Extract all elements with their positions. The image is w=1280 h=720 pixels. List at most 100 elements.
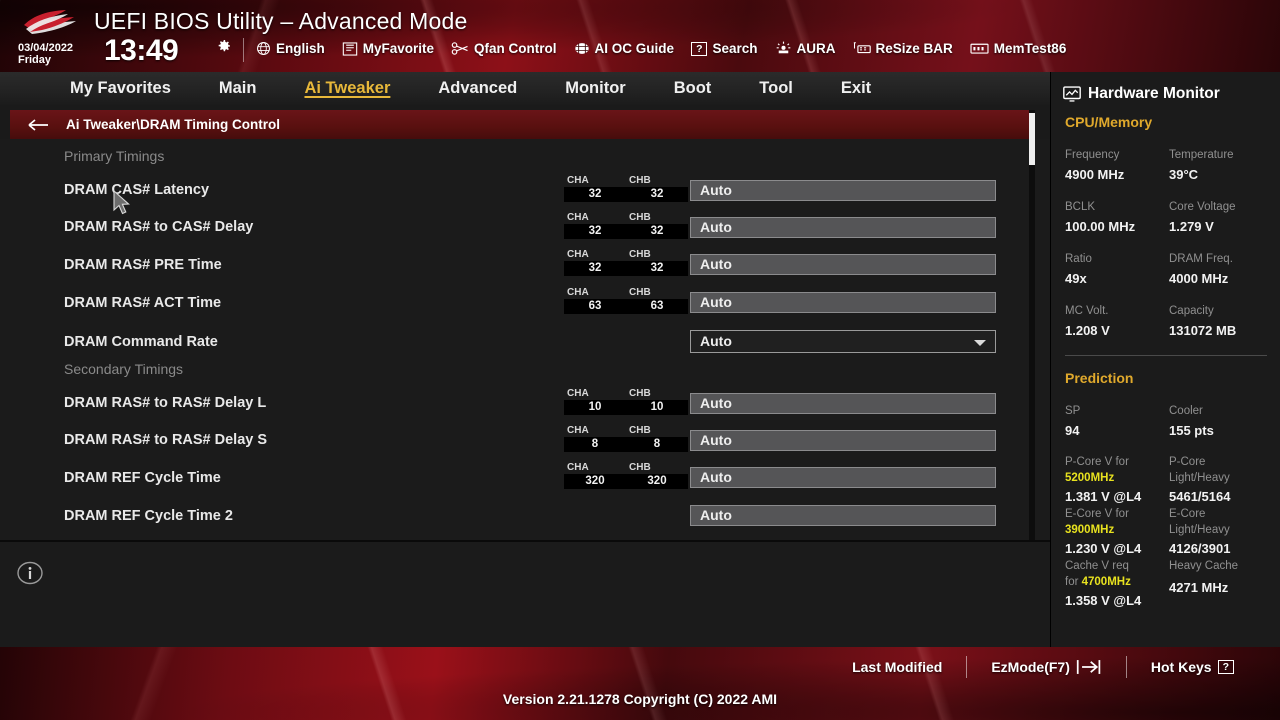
temperature-label: Temperature xyxy=(1169,149,1234,161)
ratio-label: Ratio xyxy=(1065,253,1092,265)
setting-row[interactable]: DRAM RAS# PRE Time CHA 32 CHB 32 Auto xyxy=(0,249,1050,286)
chb-label: CHB xyxy=(629,462,651,473)
ai-oc-guide-button[interactable]: AI OC Guide xyxy=(574,41,674,56)
scrollbar-thumb[interactable] xyxy=(1029,113,1035,165)
tab-monitor[interactable]: Monitor xyxy=(541,72,649,105)
setting-row[interactable]: DRAM Command Rate Auto xyxy=(0,325,1050,362)
setting-value-input[interactable]: Auto xyxy=(690,430,996,451)
chb-value: 10 xyxy=(626,400,688,415)
chb-label: CHB xyxy=(629,212,651,223)
chb-field[interactable]: CHB 63 xyxy=(626,287,688,314)
chb-field[interactable]: CHB 320 xyxy=(626,462,688,489)
footer-toolbar: Last Modified EzMode(F7) Hot Keys ? xyxy=(828,656,1258,678)
setting-value-input[interactable]: Auto xyxy=(690,292,996,313)
help-panel xyxy=(0,542,1050,647)
pcore-v-label: P-Core V for xyxy=(1065,456,1129,468)
setting-row[interactable]: DRAM RAS# to RAS# Delay L CHA 10 CHB 10 … xyxy=(0,387,1050,424)
chb-field[interactable]: CHB 8 xyxy=(626,425,688,452)
cache-v-freq: for 4700MHz xyxy=(1065,576,1131,588)
settings-panel: Primary Timings DRAM CAS# Latency CHA 32… xyxy=(0,139,1050,540)
last-modified-button[interactable]: Last Modified xyxy=(828,659,966,675)
date-value: 03/04/2022 xyxy=(18,42,74,54)
tab-my-favorites[interactable]: My Favorites xyxy=(46,72,195,105)
chb-field[interactable]: CHB 32 xyxy=(626,175,688,202)
cooler-label: Cooler xyxy=(1169,405,1203,417)
setting-label: DRAM RAS# ACT Time xyxy=(64,295,222,311)
tab-ai-tweaker[interactable]: Ai Tweaker xyxy=(280,72,414,105)
resize-bar-label: ReSize BAR xyxy=(875,41,953,56)
cha-value: 320 xyxy=(564,474,626,489)
setting-value-input[interactable]: Auto xyxy=(690,254,996,275)
cache-v-value: 1.358 V @L4 xyxy=(1065,593,1142,608)
fan-icon xyxy=(451,42,468,55)
cha-field[interactable]: CHA 32 xyxy=(564,249,626,276)
setting-row[interactable]: DRAM RAS# ACT Time CHA 63 CHB 63 Auto xyxy=(0,287,1050,324)
heavy-cache-label: Heavy Cache xyxy=(1169,560,1239,572)
memtest86-button[interactable]: MemTest86 xyxy=(970,41,1066,56)
mc-volt-value: 1.208 V xyxy=(1065,323,1110,338)
tab-advanced[interactable]: Advanced xyxy=(414,72,541,105)
rog-logo-icon xyxy=(24,10,76,34)
setting-value-input[interactable]: Auto xyxy=(690,217,996,238)
command-rate-value: Auto xyxy=(700,333,732,349)
header-toolbar: English MyFavorite Qfan Control AI OC Gu… xyxy=(256,41,1066,56)
gear-icon[interactable] xyxy=(216,38,232,54)
chb-label: CHB xyxy=(629,249,651,260)
ecore-lh-label-1: E-Core xyxy=(1169,508,1206,520)
info-circle-icon[interactable] xyxy=(17,560,43,586)
dram-freq-label: DRAM Freq. xyxy=(1169,253,1233,265)
setting-label: DRAM RAS# to CAS# Delay xyxy=(64,219,254,235)
resize-bar-button[interactable]: ReSize BAR xyxy=(853,41,953,56)
sp-value: 94 xyxy=(1065,423,1080,438)
scrollbar-track[interactable] xyxy=(1029,110,1035,540)
chb-field[interactable]: CHB 32 xyxy=(626,249,688,276)
aura-button[interactable]: AURA xyxy=(775,41,836,56)
cha-field[interactable]: CHA 320 xyxy=(564,462,626,489)
bclk-label: BCLK xyxy=(1065,201,1096,213)
language-button[interactable]: English xyxy=(256,41,325,56)
setting-value-input[interactable]: Auto xyxy=(690,393,996,414)
setting-row[interactable]: DRAM RAS# to RAS# Delay S CHA 8 CHB 8 Au… xyxy=(0,424,1050,461)
cha-field[interactable]: CHA 63 xyxy=(564,287,626,314)
cha-field[interactable]: CHA 32 xyxy=(564,175,626,202)
section-heading-secondary: Secondary Timings xyxy=(64,361,184,377)
chb-value: 32 xyxy=(626,187,688,202)
qfan-control-button[interactable]: Qfan Control xyxy=(451,41,557,56)
setting-row[interactable]: DRAM REF Cycle Time 2 Auto xyxy=(0,500,1050,537)
setting-value-input[interactable]: Auto xyxy=(690,180,996,201)
command-rate-select[interactable]: Auto xyxy=(690,330,996,353)
arrow-left-icon[interactable] xyxy=(28,118,50,132)
ezmode-button[interactable]: EzMode(F7) xyxy=(967,659,1126,675)
cha-field[interactable]: CHA 8 xyxy=(564,425,626,452)
setting-label: DRAM RAS# PRE Time xyxy=(64,257,222,273)
bclk-value: 100.00 MHz xyxy=(1065,219,1136,234)
setting-value-input[interactable]: Auto xyxy=(690,505,996,526)
hardware-monitor-sidebar: Hardware Monitor CPU/Memory Frequency 49… xyxy=(1050,72,1280,647)
setting-value-input[interactable]: Auto xyxy=(690,467,996,488)
setting-label: DRAM CAS# Latency xyxy=(64,182,210,198)
tab-boot[interactable]: Boot xyxy=(650,72,736,105)
search-button[interactable]: ? Search xyxy=(691,41,758,56)
chb-value: 32 xyxy=(626,224,688,239)
tab-exit[interactable]: Exit xyxy=(817,72,895,105)
hotkeys-button[interactable]: Hot Keys ? xyxy=(1127,659,1258,675)
setting-row[interactable]: DRAM CAS# Latency CHA 32 CHB 32 Auto xyxy=(0,174,1050,211)
sidebar-divider xyxy=(1065,355,1267,356)
cha-label: CHA xyxy=(567,462,589,473)
cha-label: CHA xyxy=(567,212,589,223)
tab-tool[interactable]: Tool xyxy=(735,72,817,105)
heavy-cache-value: 4271 MHz xyxy=(1169,580,1229,595)
system-clock: 13:49 xyxy=(104,34,179,67)
hotkeys-label: Hot Keys xyxy=(1150,659,1212,675)
cha-field[interactable]: CHA 32 xyxy=(564,212,626,239)
setting-row[interactable]: DRAM REF Cycle Time CHA 320 CHB 320 Auto xyxy=(0,462,1050,499)
myfavorite-button[interactable]: MyFavorite xyxy=(342,41,434,56)
main-navigation: My Favorites Main Ai Tweaker Advanced Mo… xyxy=(0,72,1050,105)
cha-label: CHA xyxy=(567,287,589,298)
tab-main[interactable]: Main xyxy=(195,72,281,105)
chb-field[interactable]: CHB 32 xyxy=(626,212,688,239)
chb-field[interactable]: CHB 10 xyxy=(626,388,688,415)
cha-field[interactable]: CHA 10 xyxy=(564,388,626,415)
cha-value: 10 xyxy=(564,400,626,415)
setting-row[interactable]: DRAM RAS# to CAS# Delay CHA 32 CHB 32 Au… xyxy=(0,211,1050,248)
